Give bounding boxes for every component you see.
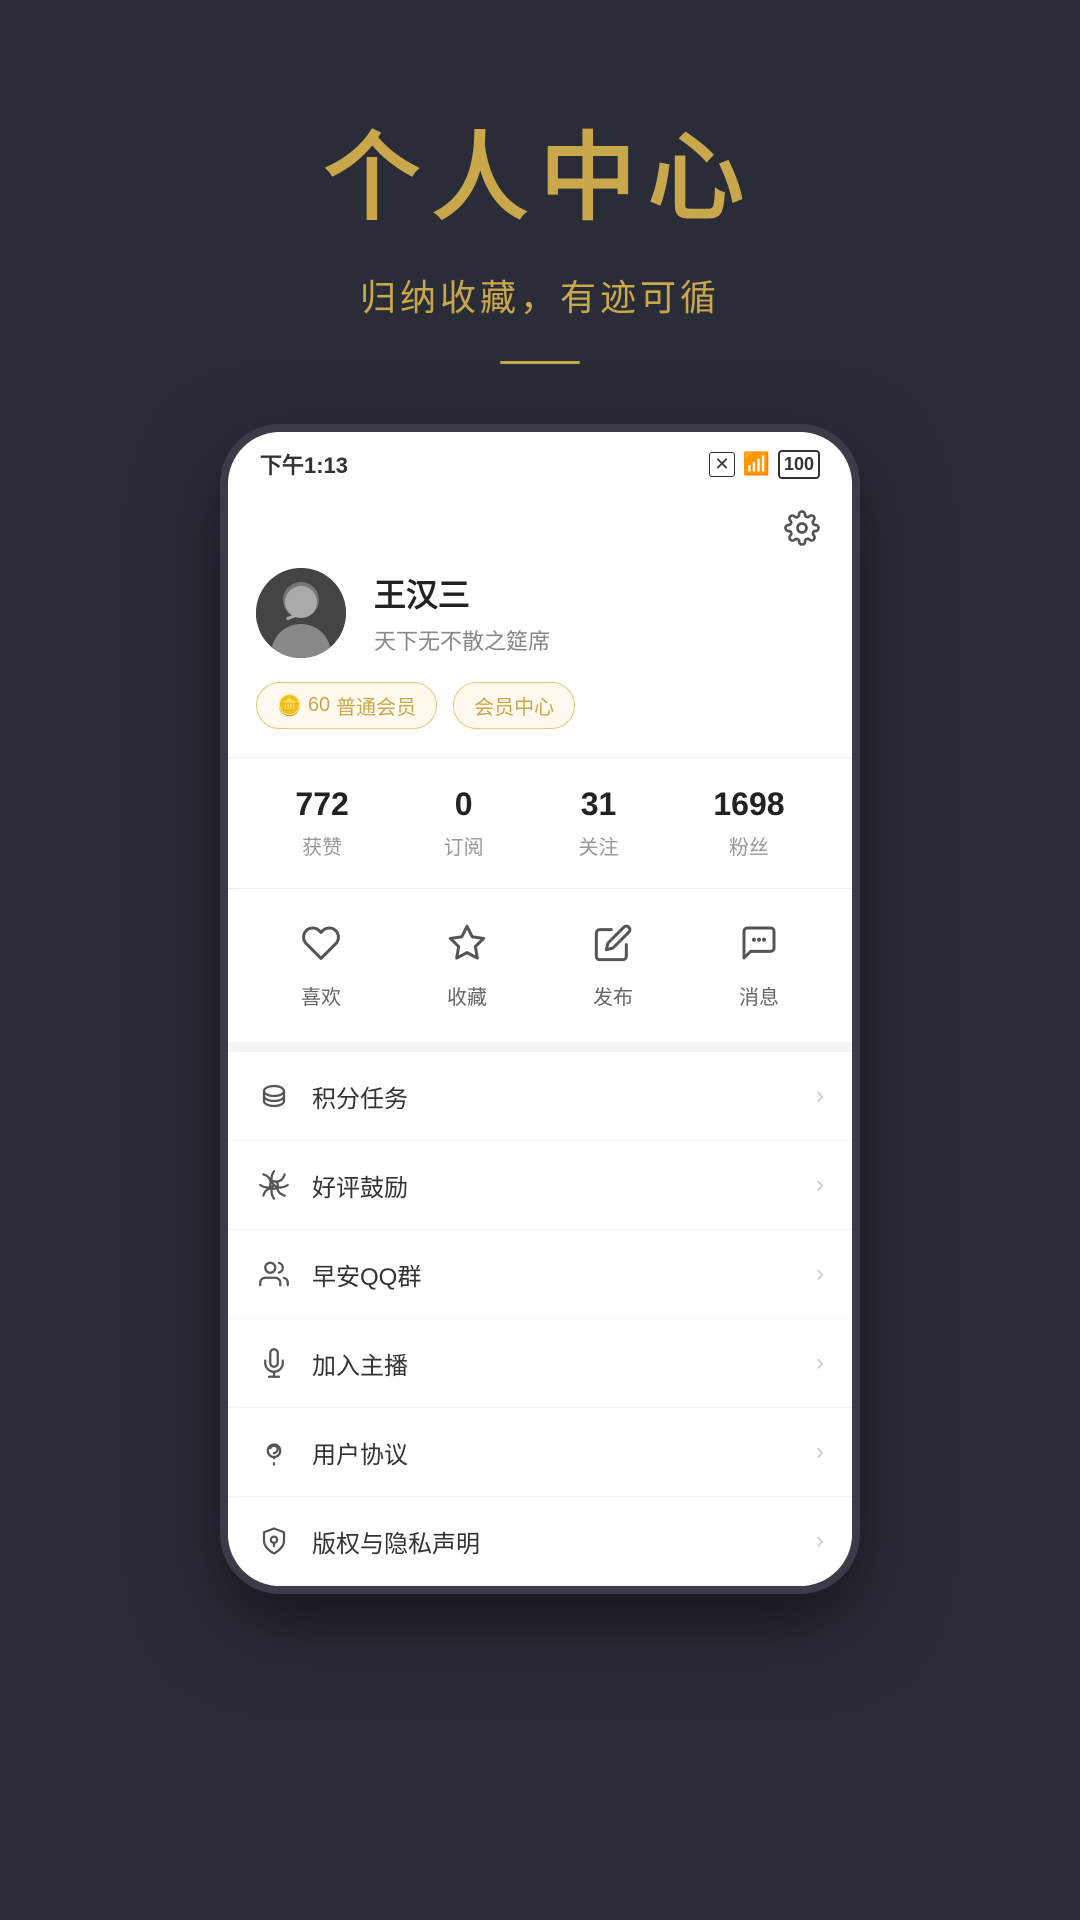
stat-likes-label: 获赞 (302, 831, 342, 860)
menu-tasks-arrow: › (816, 1082, 824, 1110)
page-title: 个人中心 (324, 100, 756, 239)
stat-following[interactable]: 31 关注 (579, 786, 619, 860)
action-publish-label: 发布 (593, 981, 633, 1010)
battery-x-icon: ✕ (709, 452, 734, 477)
actions-section: 喜欢 收藏 (228, 888, 852, 1042)
member-badge[interactable]: 🪙 60 普通会员 (256, 682, 437, 729)
wifi-icon: 📶 (743, 451, 770, 477)
app-content: 王汉三 天下无不散之筵席 🪙 60 普通会员 会员中心 (228, 490, 852, 1586)
stat-fans-value: 1698 (713, 786, 784, 823)
action-messages-label: 消息 (739, 981, 779, 1010)
status-bar: 下午1:13 ✕ 📶 100 (228, 432, 852, 490)
coins-icon (256, 1078, 292, 1114)
battery-icon: 100 (778, 450, 820, 479)
stat-subscriptions-value: 0 (455, 786, 473, 823)
page-header: 个人中心 归纳收藏，有迹可循 (324, 0, 756, 364)
menu-agreement-arrow: › (816, 1438, 824, 1466)
stat-fans-label: 粉丝 (729, 831, 769, 860)
star-icon (441, 917, 493, 969)
action-messages[interactable]: 消息 (733, 917, 785, 1010)
edit-icon (587, 917, 639, 969)
settings-icon[interactable] (780, 506, 824, 550)
menu-review-label: 好评鼓励 (312, 1168, 796, 1203)
menu-privacy-arrow: › (816, 1527, 824, 1555)
avatar-image (256, 568, 346, 658)
menu-item-broadcaster[interactable]: 加入主播 › (228, 1319, 852, 1408)
idea-icon (256, 1434, 292, 1470)
profile-info: 王汉三 天下无不散之筵席 (374, 570, 550, 656)
menu-qq-label: 早安QQ群 (312, 1257, 796, 1292)
message-icon (733, 917, 785, 969)
menu-qq-arrow: › (816, 1260, 824, 1288)
menu-item-privacy[interactable]: 版权与隐私声明 › (228, 1497, 852, 1586)
profile-main: 王汉三 天下无不散之筵席 (256, 568, 824, 658)
vip-badge[interactable]: 会员中心 (453, 682, 575, 729)
profile-badges: 🪙 60 普通会员 会员中心 (256, 682, 824, 729)
header-divider (500, 361, 580, 364)
menu-broadcaster-label: 加入主播 (312, 1346, 796, 1381)
group-icon (256, 1256, 292, 1292)
menu-agreement-label: 用户协议 (312, 1435, 796, 1470)
stats-section: 772 获赞 0 订阅 31 关注 1698 粉丝 (228, 757, 852, 888)
stat-following-value: 31 (581, 786, 617, 823)
menu-item-agreement[interactable]: 用户协议 › (228, 1408, 852, 1497)
status-icons: ✕ 📶 100 (709, 450, 820, 479)
menu-privacy-label: 版权与隐私声明 (312, 1524, 796, 1559)
menu-item-tasks[interactable]: 积分任务 › (228, 1052, 852, 1141)
menu-broadcaster-arrow: › (816, 1349, 824, 1377)
flower-icon (256, 1167, 292, 1203)
action-favorites[interactable]: 收藏 (441, 917, 493, 1010)
coin-icon: 🪙 (277, 693, 302, 718)
action-publish[interactable]: 发布 (587, 917, 639, 1010)
avatar[interactable] (256, 568, 346, 658)
stat-following-label: 关注 (579, 831, 619, 860)
menu-tasks-label: 积分任务 (312, 1079, 796, 1114)
stat-fans[interactable]: 1698 粉丝 (713, 786, 784, 860)
action-likes[interactable]: 喜欢 (295, 917, 347, 1010)
mic-icon (256, 1345, 292, 1381)
stat-likes[interactable]: 772 获赞 (295, 786, 348, 860)
menu-review-arrow: › (816, 1171, 824, 1199)
page-subtitle: 归纳收藏，有迹可循 (360, 269, 720, 321)
stat-likes-value: 772 (295, 786, 348, 823)
menu-list: 积分任务 › (228, 1042, 852, 1586)
status-time: 下午1:13 (260, 448, 348, 480)
profile-bio: 天下无不散之筵席 (374, 624, 550, 656)
heart-icon (295, 917, 347, 969)
shield-icon (256, 1523, 292, 1559)
action-favorites-label: 收藏 (447, 981, 487, 1010)
stat-subscriptions-label: 订阅 (444, 831, 484, 860)
phone-mockup: 下午1:13 ✕ 📶 100 (220, 424, 860, 1594)
settings-row (228, 490, 852, 558)
profile-section: 王汉三 天下无不散之筵席 🪙 60 普通会员 会员中心 (228, 558, 852, 757)
phone-screen: 下午1:13 ✕ 📶 100 (228, 432, 852, 1586)
action-likes-label: 喜欢 (301, 981, 341, 1010)
stat-subscriptions[interactable]: 0 订阅 (444, 786, 484, 860)
menu-item-review[interactable]: 好评鼓励 › (228, 1141, 852, 1230)
profile-name: 王汉三 (374, 570, 550, 616)
menu-item-qq[interactable]: 早安QQ群 › (228, 1230, 852, 1319)
